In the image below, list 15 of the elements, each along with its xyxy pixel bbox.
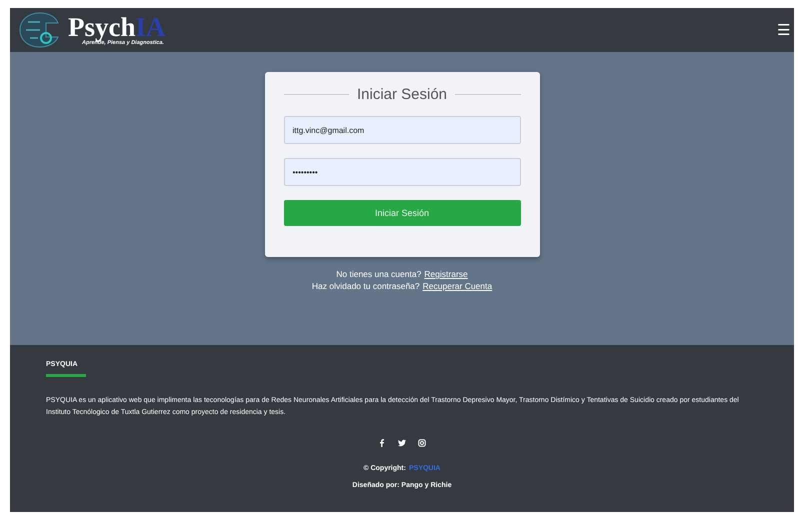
menu-button[interactable]: ☰ bbox=[777, 21, 790, 39]
login-button[interactable]: Iniciar Sesión bbox=[284, 200, 520, 226]
camera-icon[interactable] bbox=[418, 439, 426, 447]
brand-name: Psych bbox=[68, 14, 136, 40]
login-title: Iniciar Sesión bbox=[356, 86, 448, 103]
link[interactable]: Registrarse bbox=[424, 269, 468, 279]
link-prompt: Haz olvidado tu contraseña? bbox=[312, 281, 420, 291]
password-field[interactable]: ••••••••• bbox=[284, 158, 520, 186]
brand-accent: IA bbox=[136, 14, 166, 40]
bird-icon[interactable] bbox=[398, 439, 406, 447]
link[interactable]: Recuperar Cuenta bbox=[422, 281, 492, 291]
email-field[interactable]: ittg.vinc@gmail.com bbox=[284, 116, 520, 144]
link-prompt: No tienes una cuenta? bbox=[336, 269, 422, 279]
facebook-icon[interactable] bbox=[378, 439, 386, 447]
heading-underline bbox=[46, 374, 86, 377]
